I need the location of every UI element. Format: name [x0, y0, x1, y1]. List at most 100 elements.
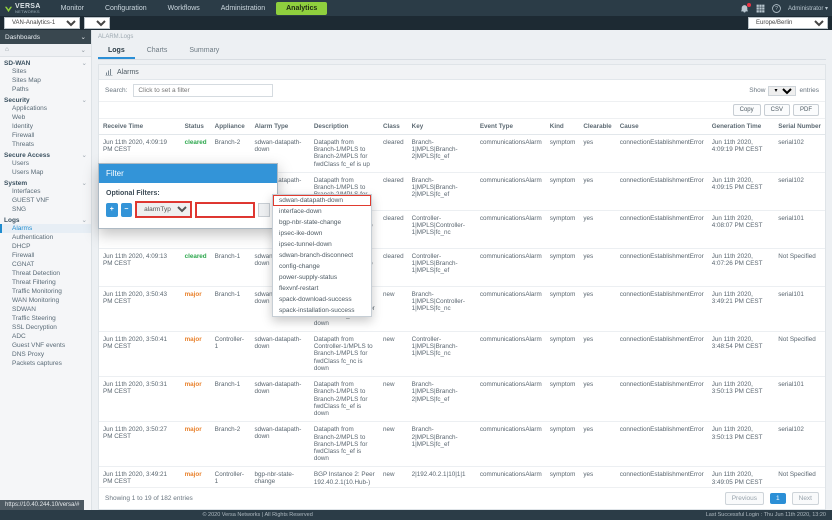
sidebar-group-secure-access[interactable]: Secure Access⌄ [0, 149, 91, 159]
sidebar-group-security[interactable]: Security⌄ [0, 94, 91, 104]
col-description[interactable]: Description [310, 119, 379, 135]
chevron-down-icon[interactable]: ⌄ [81, 46, 86, 54]
table-row[interactable]: Jun 11th 2020, 3:50:31 PM CESTmajorBranc… [99, 377, 825, 422]
filter-remove-button[interactable]: − [121, 203, 133, 217]
sidebar-item-authentication[interactable]: Authentication [0, 233, 91, 242]
dropdown-option[interactable]: ipsec-tunnel-down [273, 239, 371, 250]
tab-logs[interactable]: Logs [98, 44, 135, 59]
panel-header: Alarms [99, 65, 825, 80]
search-row: Search: Show ▾ entries [99, 80, 825, 102]
sidebar-heading[interactable]: Dashboards⌄ [0, 30, 91, 44]
sidebar-item-dhcp[interactable]: DHCP [0, 242, 91, 251]
export-copy-button[interactable]: Copy [733, 104, 761, 116]
table-row[interactable]: Jun 11th 2020, 3:50:27 PM CESTmajorBranc… [99, 422, 825, 467]
sidebar-item-traffic-monitoring[interactable]: Traffic Monitoring [0, 287, 91, 296]
sidebar-item-guest-vnf[interactable]: GUEST VNF [0, 196, 91, 205]
table-row[interactable]: Jun 11th 2020, 4:09:13 PM CESTclearedBra… [99, 248, 825, 286]
menu-workflows[interactable]: Workflows [158, 2, 210, 15]
sidebar-item-threats[interactable]: Threats [0, 140, 91, 149]
bell-icon[interactable] [740, 4, 749, 13]
dropdown-option[interactable]: bgp-nbr-state-change [273, 217, 371, 228]
user-menu[interactable]: Administrator ▾ [788, 5, 828, 12]
sidebar-item-sng[interactable]: SNG [0, 205, 91, 214]
pager-next[interactable]: Next [792, 492, 819, 505]
sidebar-item-ssl-decryption[interactable]: SSL Decryption [0, 323, 91, 332]
filter-field-select[interactable]: alarmType [136, 202, 191, 217]
dropdown-option[interactable]: spack-download-success [273, 294, 371, 305]
sidebar-item-firewall[interactable]: Firewall [0, 251, 91, 260]
sidebar-item-cgnat[interactable]: CGNAT [0, 260, 91, 269]
home-icon[interactable]: ⌂ [5, 46, 9, 54]
sidebar-item-web[interactable]: Web [0, 113, 91, 122]
help-icon[interactable]: ? [772, 4, 781, 13]
sidebar-group-logs[interactable]: Logs⌄ [0, 214, 91, 224]
menu-monitor[interactable]: Monitor [51, 2, 94, 15]
col-receive-time[interactable]: Receive Time [99, 119, 181, 135]
export-pdf-button[interactable]: PDF [793, 104, 819, 116]
sidebar-item-wan-monitoring[interactable]: WAN Monitoring [0, 296, 91, 305]
sidebar-item-threat-detection[interactable]: Threat Detection [0, 269, 91, 278]
filter-value-input[interactable] [196, 203, 254, 217]
pager-prev[interactable]: Previous [725, 492, 764, 505]
col-status[interactable]: Status [181, 119, 211, 135]
dropdown-option[interactable]: spack-installation-success [273, 305, 371, 316]
sidebar-item-identity[interactable]: Identity [0, 122, 91, 131]
table-row[interactable]: Jun 11th 2020, 3:49:21 PM CESTmajorContr… [99, 467, 825, 487]
sidebar-item-firewall[interactable]: Firewall [0, 131, 91, 140]
dropdown-option[interactable]: power-supply-status [273, 272, 371, 283]
col-cause[interactable]: Cause [616, 119, 708, 135]
export-csv-button[interactable]: CSV [764, 104, 790, 116]
sidebar-item-sdwan[interactable]: SDWAN [0, 305, 91, 314]
col-appliance[interactable]: Appliance [211, 119, 251, 135]
dropdown-option[interactable]: sdwan-datapath-down [273, 195, 371, 206]
entries-select[interactable]: ▾ [768, 86, 796, 96]
col-key[interactable]: Key [408, 119, 476, 135]
sidebar-item-paths[interactable]: Paths [0, 85, 91, 94]
search-input[interactable] [133, 84, 273, 97]
filter-apply-button[interactable] [258, 203, 270, 217]
panel-title: Alarms [117, 69, 139, 76]
col-class[interactable]: Class [379, 119, 408, 135]
pager-current[interactable]: 1 [770, 493, 786, 504]
filter-add-button[interactable]: + [106, 203, 118, 217]
col-alarm-type[interactable]: Alarm Type [250, 119, 309, 135]
sidebar-item-packets-captures[interactable]: Packets captures [0, 359, 91, 368]
sidebar-item-sites[interactable]: Sites [0, 67, 91, 76]
table-row[interactable]: Jun 11th 2020, 3:50:41 PM CESTmajorContr… [99, 331, 825, 376]
sidebar-item-applications[interactable]: Applications [0, 104, 91, 113]
sidebar-item-interfaces[interactable]: Interfaces [0, 187, 91, 196]
sidebar-item-users-map[interactable]: Users Map [0, 168, 91, 177]
sidebar-item-sites-map[interactable]: Sites Map [0, 76, 91, 85]
sidebar-item-threat-filtering[interactable]: Threat Filtering [0, 278, 91, 287]
col-kind[interactable]: Kind [546, 119, 580, 135]
col-clearable[interactable]: Clearable [579, 119, 615, 135]
menu-analytics[interactable]: Analytics [276, 2, 327, 15]
tab-charts[interactable]: Charts [137, 44, 178, 59]
sidebar-group-system[interactable]: System⌄ [0, 177, 91, 187]
timezone-select[interactable]: Europe/Berlin [748, 17, 828, 29]
menu-administration[interactable]: Administration [211, 2, 275, 15]
sidebar-item-users[interactable]: Users [0, 159, 91, 168]
dropdown-option[interactable]: flexvnf-restart [273, 283, 371, 294]
sidebar-item-guest-vnf-events[interactable]: Guest VNF events [0, 341, 91, 350]
sidebar-item-dns-proxy[interactable]: DNS Proxy [0, 350, 91, 359]
sidebar-item-alarms[interactable]: Alarms [0, 224, 91, 233]
col-generation-time[interactable]: Generation Time [708, 119, 775, 135]
col-serial-number[interactable]: Serial Number [774, 119, 825, 135]
brand-logo-icon [4, 4, 13, 13]
dropdown-option[interactable]: ipsec-ike-down [273, 228, 371, 239]
dropdown-option[interactable]: interface-down [273, 206, 371, 217]
sidebar-item-adc[interactable]: ADC [0, 332, 91, 341]
dropdown-option[interactable]: config-change [273, 261, 371, 272]
menu-configuration[interactable]: Configuration [95, 2, 157, 15]
tenant-select[interactable]: VAN-Analytics-1 [4, 17, 80, 29]
col-event-type[interactable]: Event Type [476, 119, 546, 135]
apps-grid-icon[interactable] [756, 4, 765, 13]
table-row[interactable]: Jun 11th 2020, 3:50:43 PM CESTmajorBranc… [99, 286, 825, 331]
footer: © 2020 Versa Networks | All Rights Reser… [0, 510, 832, 520]
tab-summary[interactable]: Summary [179, 44, 229, 59]
tenant-sub-select[interactable]: ▾ [84, 17, 110, 29]
sidebar-group-sd-wan[interactable]: SD-WAN⌄ [0, 57, 91, 67]
sidebar-item-traffic-steering[interactable]: Traffic Steering [0, 314, 91, 323]
dropdown-option[interactable]: sdwan-branch-disconnect [273, 250, 371, 261]
